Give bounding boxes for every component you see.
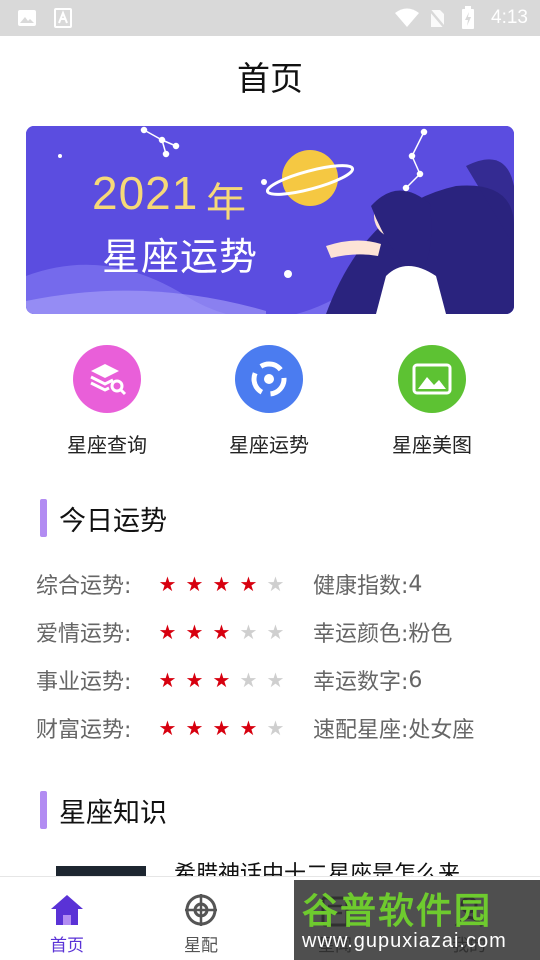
watermark-brand: 谷普软件园 [302,891,493,932]
star-empty-icon: ★ [239,620,258,644]
star-filled-icon: ★ [239,572,258,596]
text-a-icon [50,0,76,36]
banner-year: 2021 [92,167,199,219]
star-filled-icon: ★ [158,620,177,644]
section-today-fortune: 今日运势 [40,498,167,538]
fact-value: 粉色 [408,622,453,647]
section-title: 今日运势 [59,505,167,537]
picture-icon [398,345,466,413]
star-filled-icon: ★ [185,668,204,692]
section-knowledge: 星座知识 [40,790,167,830]
rating-label: 综合运势: [36,574,132,599]
nav-item-match[interactable]: 星配 [134,877,268,960]
quick-entry-gallery[interactable]: 星座美图 [357,345,507,458]
star-rating: ★ ★ ★ ★ ★ [154,670,289,690]
star-filled-icon: ★ [212,572,231,596]
quick-entry-constellation-query[interactable]: 星座查询 [32,345,182,458]
screen: 4:13 首页 2021 年 星座运势 星座查询 星座运势 星座美图 今日运势 … [0,0,540,960]
star-empty-icon: ★ [266,572,285,596]
page-title: 首页 [237,59,303,98]
fact-match-sign: 速配星座: 处女座 [313,710,474,746]
star-filled-icon: ★ [185,620,204,644]
rating-row-wealth: 财富运势: ★ ★ ★ ★ ★ [36,710,289,746]
rating-label: 爱情运势: [36,622,132,647]
clock-time: 4:13 [491,7,528,28]
section-accent-bar [40,499,47,537]
wifi-icon [392,0,422,36]
banner-year-suffix: 年 [206,180,246,226]
fact-label: 速配星座: [313,718,409,743]
quick-entry-label: 星座运势 [229,433,309,457]
star-empty-icon: ★ [239,668,258,692]
fact-label: 幸运颜色: [313,622,409,647]
star-filled-icon: ★ [158,716,177,740]
home-icon [0,877,134,927]
target-icon [134,877,268,927]
star-filled-icon: ★ [212,716,231,740]
star-filled-icon: ★ [212,620,231,644]
star-rating: ★ ★ ★ ★ ★ [154,574,289,594]
section-title: 星座知识 [59,797,167,829]
fact-label: 幸运数字: [313,670,409,695]
image-icon [14,0,40,36]
nav-label: 星配 [184,936,218,956]
swirl-icon [235,345,303,413]
star-filled-icon: ★ [185,572,204,596]
nav-item-home[interactable]: 首页 [0,877,134,960]
star-filled-icon: ★ [239,716,258,740]
fact-value: 4 [408,571,423,597]
star-empty-icon: ★ [266,620,285,644]
star-rating: ★ ★ ★ ★ ★ [154,622,289,642]
star-filled-icon: ★ [185,716,204,740]
star-empty-icon: ★ [266,716,285,740]
rating-label: 财富运势: [36,718,132,743]
quick-entry-horoscope[interactable]: 星座运势 [194,345,344,458]
layers-search-icon [73,345,141,413]
fact-lucky-number: 幸运数字: 6 [313,662,422,698]
rating-label: 事业运势: [36,670,132,695]
star-empty-icon: ★ [266,668,285,692]
star-filled-icon: ★ [212,668,231,692]
banner-illustration [26,126,514,314]
section-accent-bar [40,791,47,829]
star-rating: ★ ★ ★ ★ ★ [154,718,289,738]
star-filled-icon: ★ [158,572,177,596]
watermark: 谷普软件园 www.gupuxiazai.com [294,880,540,960]
no-sim-icon [424,0,450,36]
fact-value: 处女座 [408,718,475,743]
banner[interactable]: 2021 年 星座运势 [26,126,514,314]
banner-subtitle: 星座运势 [102,235,259,279]
quick-entry-label: 星座美图 [392,433,472,457]
status-bar: 4:13 [0,0,540,36]
fact-health-index: 健康指数: 4 [313,566,422,602]
watermark-url: www.gupuxiazai.com [302,930,507,952]
fact-lucky-color: 幸运颜色: 粉色 [313,614,452,650]
fact-value: 6 [408,667,423,693]
rating-row-overall: 综合运势: ★ ★ ★ ★ ★ [36,566,289,602]
quick-entry-label: 星座查询 [67,433,147,457]
battery-charging-icon [456,0,480,36]
nav-label: 首页 [50,936,84,956]
rating-row-career: 事业运势: ★ ★ ★ ★ ★ [36,662,289,698]
rating-row-love: 爱情运势: ★ ★ ★ ★ ★ [36,614,289,650]
star-filled-icon: ★ [158,668,177,692]
fact-label: 健康指数: [313,574,409,599]
